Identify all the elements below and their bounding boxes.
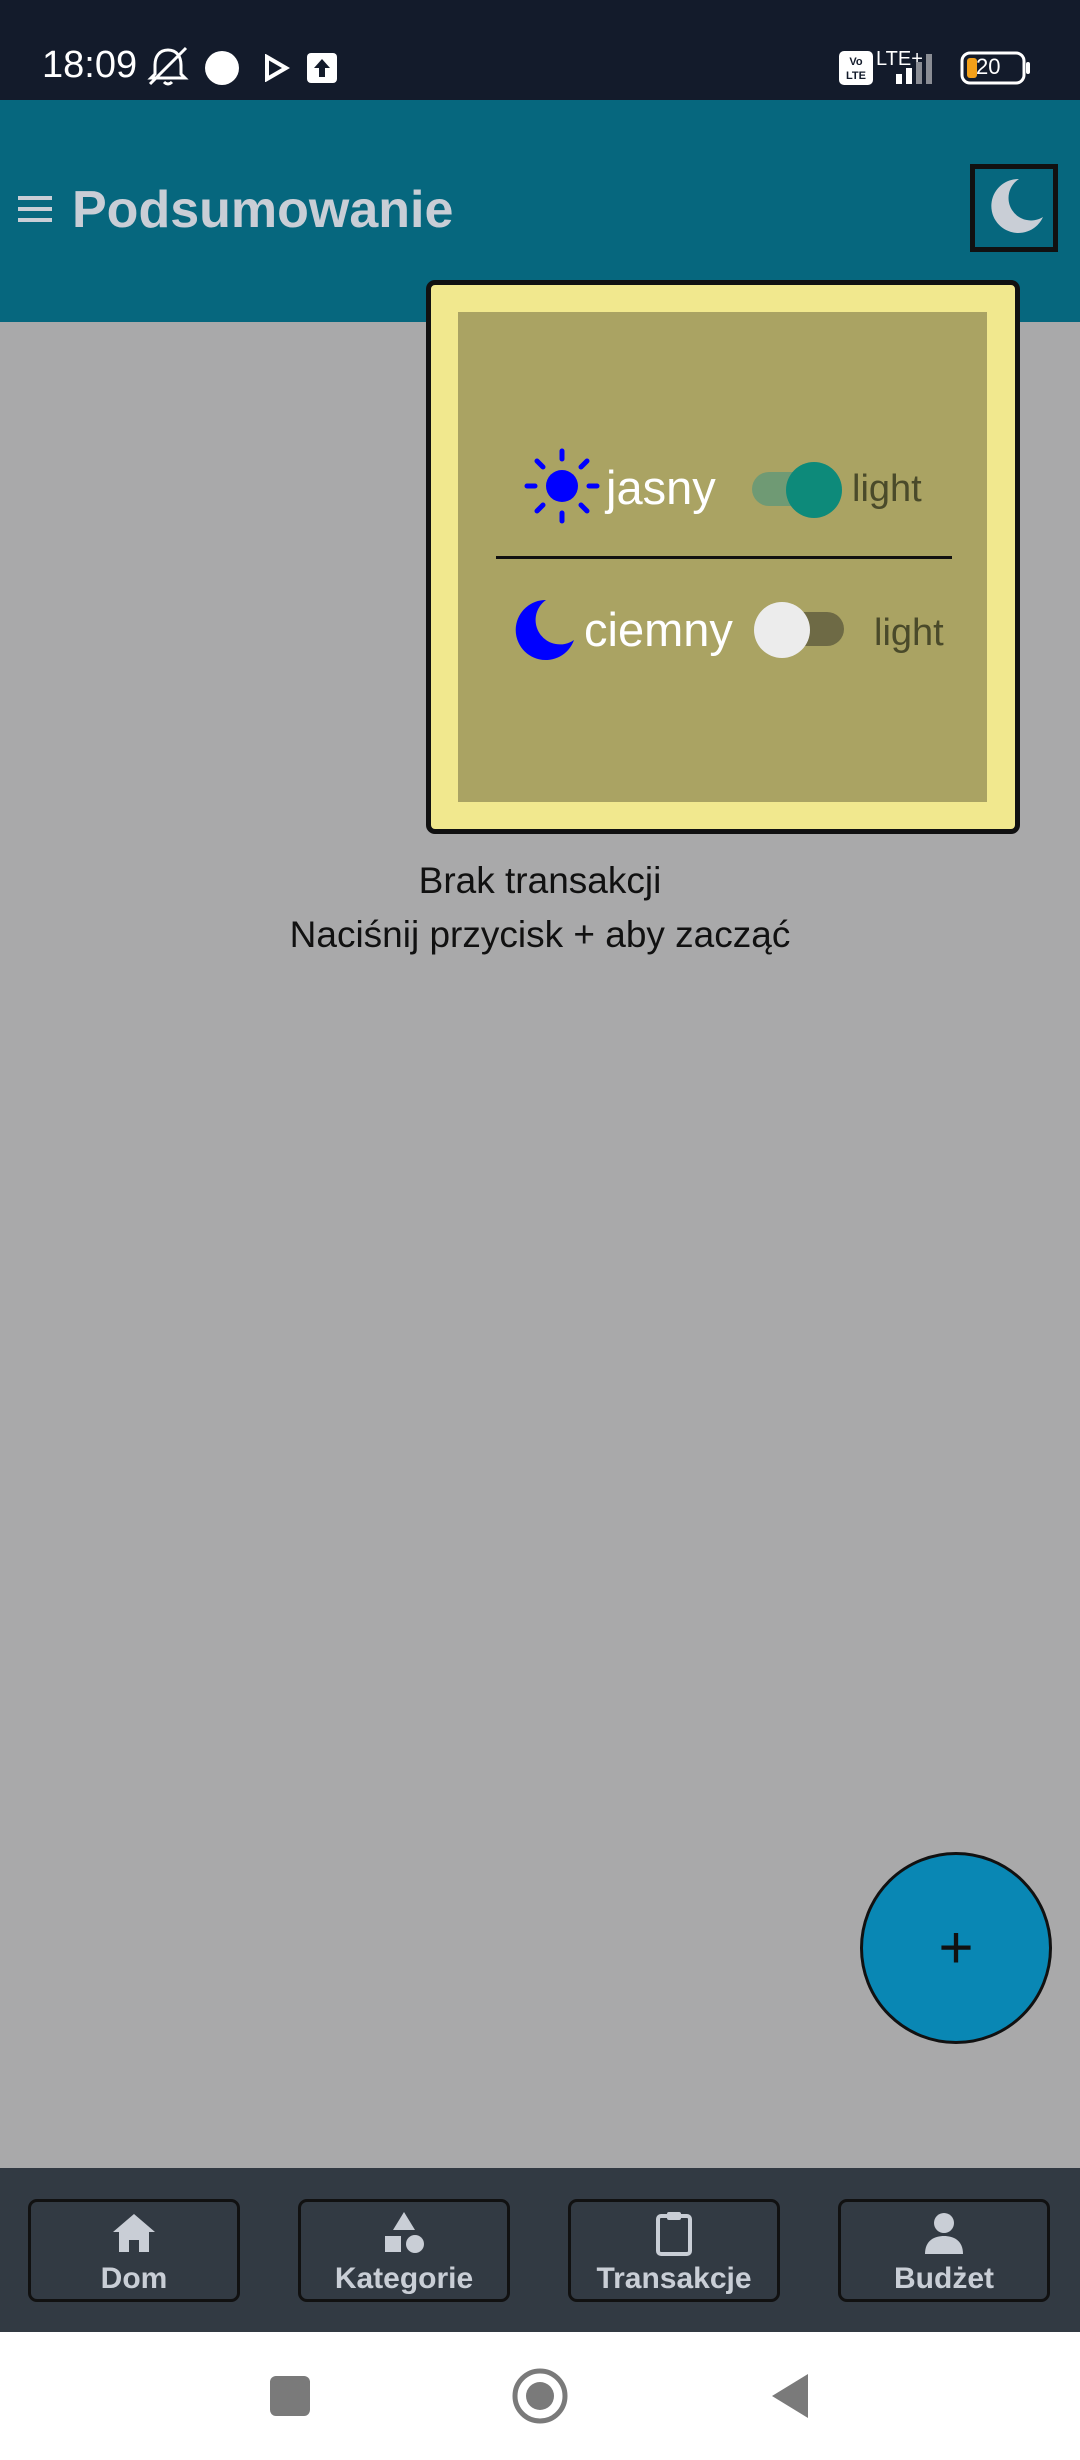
circle-notification-icon bbox=[205, 51, 239, 85]
theme-toggle-button[interactable] bbox=[970, 164, 1058, 252]
hamburger-menu-icon[interactable] bbox=[16, 192, 56, 226]
svg-text:Vo: Vo bbox=[849, 56, 863, 68]
moon-icon bbox=[515, 599, 574, 660]
play-store-icon bbox=[265, 54, 290, 82]
light-theme-switch[interactable] bbox=[752, 462, 842, 518]
battery-level: 20 bbox=[976, 54, 1001, 79]
svg-text:LTE: LTE bbox=[846, 70, 866, 82]
moon-icon bbox=[991, 178, 1043, 233]
nav-label: Kategorie bbox=[334, 2262, 474, 2295]
nav-label: Transakcje bbox=[596, 2262, 752, 2295]
theme-option-label-dark: ciemny bbox=[584, 603, 733, 656]
status-time: 18:09 bbox=[42, 44, 138, 86]
person-icon bbox=[925, 2213, 963, 2254]
upload-icon bbox=[307, 53, 337, 83]
nav-item-kategorie[interactable]: Kategorie bbox=[298, 2199, 510, 2302]
empty-state-title: Brak transakcji bbox=[418, 860, 662, 901]
recents-button[interactable] bbox=[270, 2376, 310, 2416]
back-button[interactable] bbox=[768, 2372, 812, 2420]
empty-state-hint: Naciśnij przycisk + aby zacząć bbox=[289, 914, 791, 955]
page-title: Podsumowanie bbox=[72, 181, 454, 239]
popup-divider bbox=[496, 556, 952, 559]
home-icon bbox=[113, 2214, 155, 2252]
nav-label: Budżet bbox=[894, 2262, 994, 2295]
nav-item-transakcje[interactable]: Transakcje bbox=[568, 2199, 780, 2302]
nav-item-dom[interactable]: Dom bbox=[28, 2199, 240, 2302]
add-transaction-button[interactable]: + bbox=[860, 1852, 1052, 2044]
muted-bell-icon bbox=[147, 46, 189, 86]
light-switch-text: light bbox=[852, 468, 922, 510]
shapes-icon bbox=[385, 2212, 424, 2253]
dark-theme-switch[interactable] bbox=[752, 602, 844, 658]
volte-icon: Vo LTE bbox=[839, 51, 873, 85]
clipboard-icon bbox=[656, 2212, 692, 2256]
sun-icon bbox=[524, 448, 600, 524]
nav-label: Dom bbox=[100, 2262, 168, 2295]
signal-icon bbox=[896, 54, 932, 84]
home-button[interactable] bbox=[512, 2368, 568, 2424]
plus-icon: + bbox=[938, 1914, 974, 1981]
dark-switch-text: light bbox=[874, 612, 944, 654]
nav-item-budzet[interactable]: Budżet bbox=[838, 2199, 1050, 2302]
theme-option-label-light: jasny bbox=[606, 461, 716, 514]
